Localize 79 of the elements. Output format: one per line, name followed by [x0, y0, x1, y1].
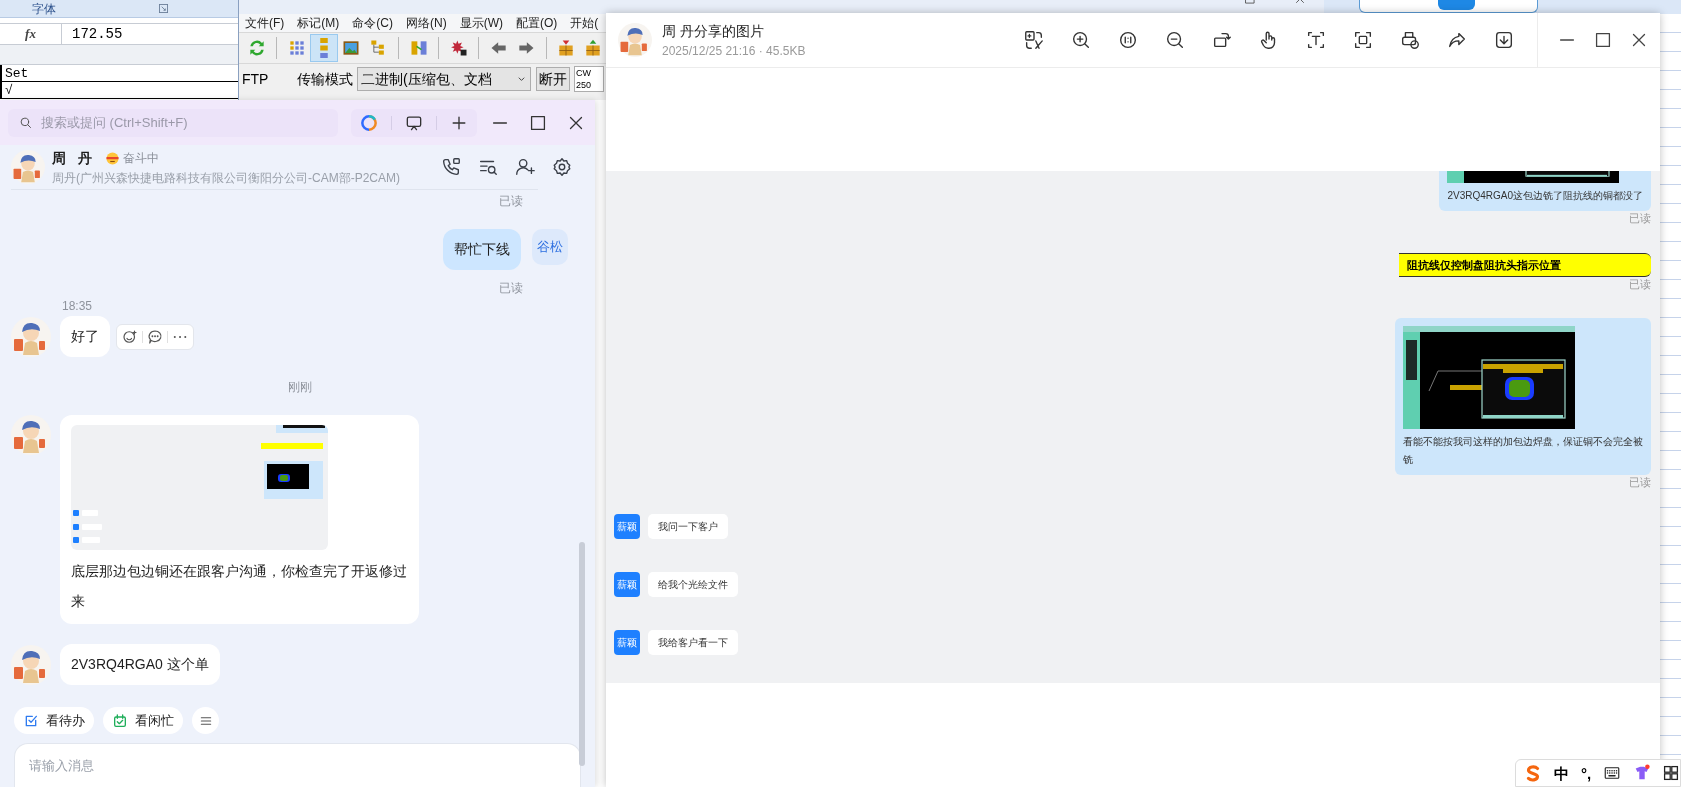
download-icon[interactable]: [1493, 29, 1515, 51]
ftp-label: FTP: [242, 69, 270, 89]
zoom-out-icon[interactable]: [1164, 29, 1186, 51]
menu-item[interactable]: 标记(M): [297, 14, 340, 32]
message-bubble: 给我个光绘文件: [648, 572, 738, 597]
field-label: 传输模式: [297, 69, 353, 89]
formula-field[interactable]: 172.55: [62, 24, 238, 44]
message-bubble: 帮忙下线: [443, 229, 521, 270]
avatar: [618, 23, 652, 57]
translate-icon[interactable]: [1023, 29, 1045, 51]
avatar: [11, 316, 51, 357]
message-bubble: 我问一下客户: [648, 514, 728, 539]
ime-toggle[interactable]: 中: [1554, 765, 1569, 781]
organization-text: 周丹(广州兴森快捷电路科技有限公司衡阳分公司-CAM部-P2CAM): [52, 169, 400, 187]
search-icon: [18, 115, 33, 130]
status-text: 奋斗中: [122, 150, 159, 167]
emoji-icon: [104, 150, 120, 166]
avatar: [11, 415, 51, 455]
scrollbar-thumb[interactable]: [579, 542, 585, 766]
function-label: fx: [0, 24, 62, 44]
avatar: [11, 150, 45, 184]
menu-item[interactable]: 开始(: [570, 14, 599, 32]
message-text: 看能不能按我司这样的加包边焊盘，保证铜不会完全被铣: [1403, 435, 1643, 467]
zoom-in-icon[interactable]: [1070, 29, 1092, 51]
add-person-icon[interactable]: [514, 156, 536, 178]
status-text: 250: [576, 79, 593, 91]
chevron-down-icon: [517, 74, 526, 84]
window-title: 周 丹分享的图片: [662, 21, 765, 41]
read-receipt: 已读: [499, 280, 523, 296]
menu-item[interactable]: 网络(N): [406, 14, 447, 32]
settings-icon[interactable]: [551, 156, 573, 178]
message-bubble: 2V3RQ4RGA0 这个单: [60, 644, 220, 685]
message-text: 底层那边包边铜还在跟客户沟通，你检查完了开返修过来: [71, 562, 408, 611]
menu-item[interactable]: 文件(F): [245, 14, 285, 32]
avatar: 谷松: [532, 229, 568, 265]
dialog-launcher-icon[interactable]: [159, 4, 168, 13]
read-receipt: 已读: [1629, 476, 1651, 488]
calendar-icon: [112, 712, 128, 729]
text-select-icon[interactable]: [1305, 29, 1327, 51]
keyboard-icon[interactable]: [1603, 764, 1622, 782]
message-text: 2V3RQ4RGA0这包边铣了阻抗线的铜都没了: [1447, 189, 1643, 203]
comment-icon[interactable]: [146, 327, 164, 346]
status-text: CW: [576, 67, 592, 79]
menu-button[interactable]: [192, 707, 219, 734]
ribbon-group-label: 字体: [32, 2, 56, 15]
file-info: 2025/12/25 21:16 · 45.5KB: [662, 42, 806, 60]
contact-name: 周 丹: [52, 148, 96, 168]
print-icon[interactable]: [1399, 29, 1421, 51]
avatar: 薪颖: [614, 572, 640, 597]
menu-item[interactable]: 命令(C): [352, 14, 393, 32]
read-receipt: 已读: [1629, 212, 1651, 224]
avatar: 薪颖: [614, 630, 640, 655]
time-divider: 刚刚: [287, 379, 312, 395]
list-icon: [319, 38, 328, 58]
message-bubble: 我给客户看一下: [648, 630, 738, 655]
highlight-banner: 阻抗线仅控制盘阻抗头指示位置: [1399, 253, 1651, 277]
actual-size-icon[interactable]: [1117, 29, 1139, 51]
phone-icon[interactable]: [440, 156, 462, 178]
scan-icon[interactable]: [1352, 29, 1374, 51]
menu-item[interactable]: 配置(O): [516, 14, 558, 32]
timestamp: 18:35: [62, 298, 94, 314]
input-method-icon[interactable]: [1524, 764, 1542, 782]
ime-toggle[interactable]: °,: [1581, 765, 1592, 781]
grid-icon[interactable]: [1663, 765, 1680, 781]
emoji-add-icon[interactable]: [121, 327, 139, 346]
image-icon: [341, 38, 362, 58]
read-receipt: 已读: [499, 193, 523, 209]
avatar: [11, 644, 51, 685]
disconnect-button[interactable]: 断开: [536, 67, 570, 91]
quick-action-button[interactable]: 看闲忙: [103, 707, 183, 734]
assistant-icon[interactable]: [359, 112, 379, 133]
read-receipt: 已读: [1629, 278, 1651, 290]
menu-item[interactable]: 显示(W): [459, 14, 503, 32]
avatar: 薪颖: [614, 514, 640, 539]
badge: [1438, 0, 1475, 10]
transfer-mode-dropdown[interactable]: 二进制(压缩包、文档: [357, 67, 531, 91]
message-bubble: 好了: [60, 316, 110, 357]
quick-action-button[interactable]: 看待办: [14, 707, 94, 734]
shirt-icon[interactable]: [1633, 764, 1652, 782]
